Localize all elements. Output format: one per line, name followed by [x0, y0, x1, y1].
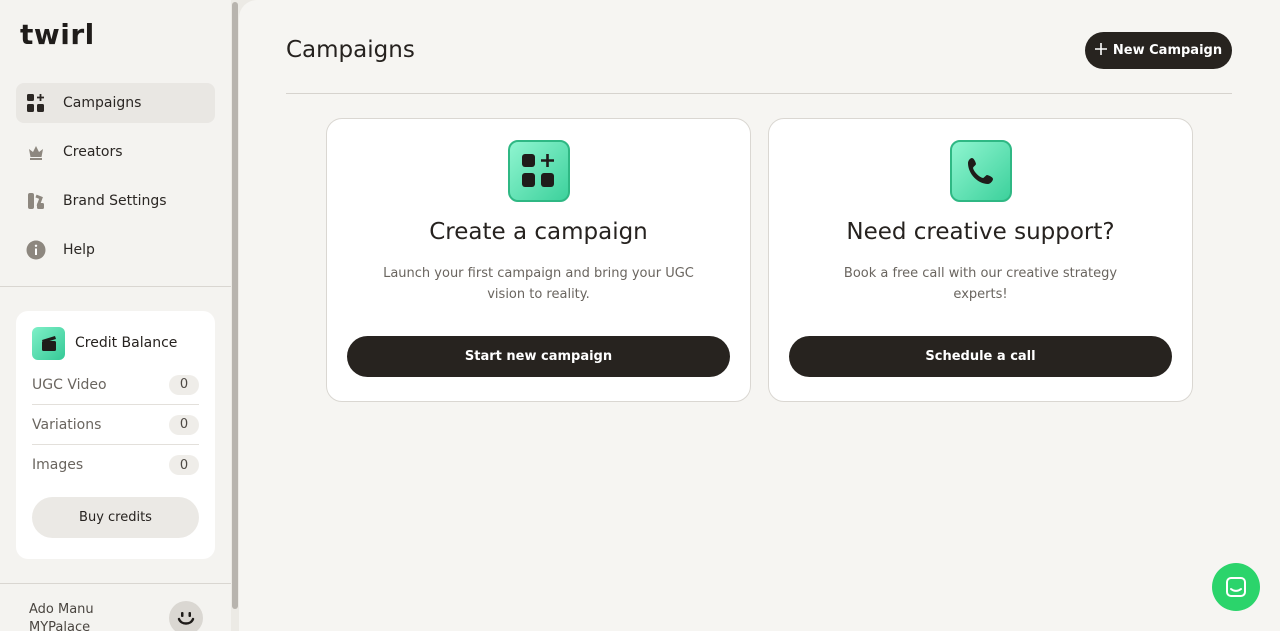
palette-icon	[26, 191, 46, 211]
phone-icon	[950, 140, 1012, 202]
sidebar-divider-bottom	[0, 583, 231, 584]
credit-count: 0	[169, 455, 199, 475]
card-description: Book a free call with our creative strat…	[843, 266, 1118, 302]
sidebar-item-creators[interactable]: Creators	[16, 132, 215, 172]
sidebar-item-label: Campaigns	[63, 95, 142, 111]
credit-title: Credit Balance	[75, 335, 178, 351]
buy-credits-button[interactable]: Buy credits	[32, 497, 199, 538]
sidebar-item-brand-settings[interactable]: Brand Settings	[16, 181, 215, 221]
plus-icon	[1094, 42, 1107, 59]
grid-plus-icon	[508, 140, 570, 202]
schedule-call-button[interactable]: Schedule a call	[789, 336, 1172, 377]
sidebar-nav: Campaigns Creators Brand Settings Help	[16, 83, 215, 279]
new-campaign-button[interactable]: New Campaign	[1085, 32, 1232, 69]
sidebar-item-help[interactable]: Help	[16, 230, 215, 270]
grid-plus-icon	[26, 93, 46, 113]
header-divider	[286, 93, 1232, 94]
credit-balance-card: Credit Balance UGC Video 0 Variations 0 …	[16, 311, 215, 559]
smiley-icon	[177, 612, 195, 625]
sidebar-item-label: Help	[63, 242, 95, 258]
avatar[interactable]	[169, 601, 203, 631]
credit-label: Variations	[32, 416, 102, 433]
creative-support-card: Need creative support? Book a free call …	[768, 118, 1193, 402]
credit-label: Images	[32, 457, 84, 473]
user-org: MYPalace	[29, 620, 91, 631]
clapper-icon	[32, 326, 65, 360]
twirl-logo[interactable]: twirl	[20, 18, 95, 51]
credit-label: UGC Video	[32, 376, 107, 393]
credit-row-variations: Variations 0	[32, 405, 199, 445]
scrollbar-thumb[interactable]	[232, 2, 238, 609]
credit-header: Credit Balance	[32, 326, 199, 360]
credit-row-images: Images 0	[32, 445, 199, 485]
credit-count: 0	[169, 374, 199, 395]
start-new-campaign-button[interactable]: Start new campaign	[347, 336, 730, 377]
sidebar-item-label: Brand Settings	[63, 193, 167, 209]
create-campaign-card: Create a campaign Launch your first camp…	[326, 118, 751, 402]
chat-launcher[interactable]	[1212, 563, 1260, 611]
sidebar: twirl Campaigns Creators Brand Settings …	[0, 0, 231, 631]
sidebar-item-label: Creators	[63, 144, 123, 160]
info-icon	[26, 240, 46, 260]
sidebar-divider	[0, 286, 231, 287]
new-campaign-label: New Campaign	[1112, 43, 1223, 58]
credit-count: 0	[169, 414, 199, 435]
crown-icon	[26, 142, 46, 162]
page-title: Campaigns	[286, 37, 415, 63]
user-name: Ado Manu	[29, 602, 94, 617]
card-title: Need creative support?	[846, 219, 1115, 245]
card-title: Create a campaign	[429, 219, 648, 245]
chat-icon	[1226, 577, 1246, 597]
sidebar-scrollbar[interactable]	[231, 0, 239, 631]
sidebar-item-campaigns[interactable]: Campaigns	[16, 83, 215, 123]
card-description: Launch your first campaign and bring you…	[383, 266, 694, 302]
credit-row-ugc-video: UGC Video 0	[32, 365, 199, 405]
main-content: Campaigns New Campaign Create a campaign…	[239, 0, 1280, 631]
user-info[interactable]: Ado Manu MYPalace	[29, 601, 94, 631]
